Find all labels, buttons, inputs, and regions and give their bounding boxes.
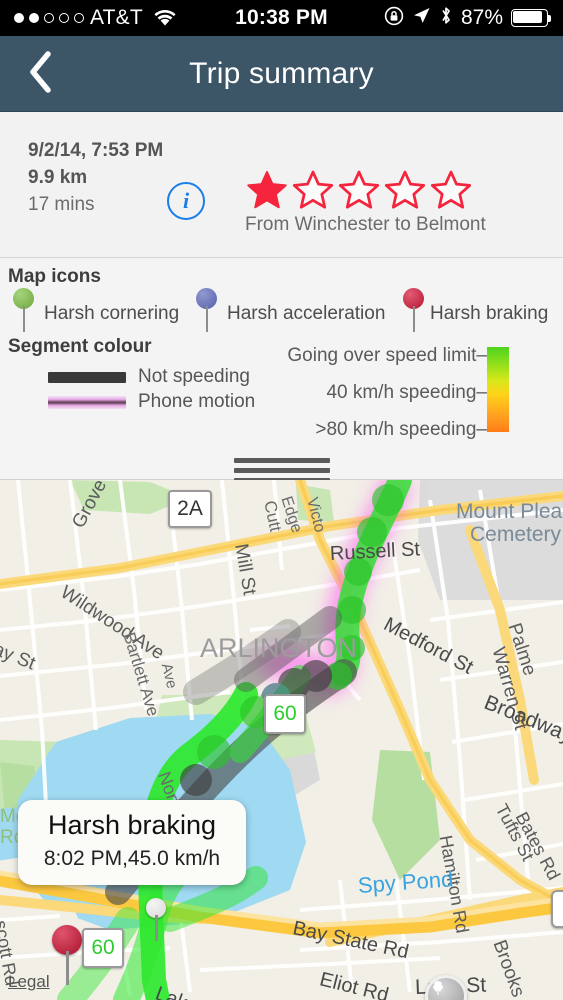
not-speeding-label: Not speeding [138, 366, 250, 387]
rotation-lock-icon [384, 6, 404, 31]
route-shield-3: 3 [551, 890, 563, 928]
legend-label-harsh-acceleration: Harsh acceleration [227, 303, 386, 324]
map-icons-heading: Map icons [8, 266, 101, 287]
gradient-label-over-limit: Going over speed limit– [287, 345, 487, 366]
bluetooth-icon [439, 5, 453, 31]
legend-label-harsh-cornering: Harsh cornering [44, 303, 180, 324]
location-arrow-icon [412, 6, 431, 30]
route-shield-60-lower: 60 [82, 928, 124, 968]
navigation-bar: Trip summary [0, 36, 563, 112]
page-title: Trip summary [189, 56, 374, 90]
info-button[interactable]: i [167, 182, 205, 220]
trip-datetime: 9/2/14, 7:53 PM [28, 140, 164, 161]
route-shield-60-upper-label: 60 [273, 702, 297, 725]
event-callout[interactable]: Harsh braking 8:02 PM,45.0 km/h [18, 800, 246, 886]
battery-percent-label: 87% [460, 6, 503, 29]
speed-gradient-bar [487, 347, 509, 432]
rating-star-3-empty[interactable] [337, 168, 381, 212]
legend-label-harsh-braking: Harsh braking [430, 303, 549, 324]
legend-row-not-speeding: Not speeding [48, 366, 250, 388]
legend-pin-harsh-braking-icon [403, 288, 424, 332]
trip-duration: 17 mins [28, 193, 95, 215]
route-shield-60-lower-label: 60 [91, 936, 115, 959]
map-pin-secondary[interactable] [146, 898, 166, 941]
legend-pin-harsh-cornering-icon [13, 288, 34, 332]
gradient-label-40kmh: 40 km/h speeding– [326, 382, 487, 403]
route-description: From Winchester to Belmont [245, 214, 486, 235]
back-button[interactable] [10, 36, 70, 112]
rating-star-2-empty[interactable] [291, 168, 335, 212]
battery-icon [511, 9, 551, 27]
rating-star-1-filled[interactable] [245, 168, 289, 212]
trip-meta: 9/2/14, 7:53 PM 9.9 km 17 mins [28, 138, 163, 219]
callout-title: Harsh braking [47, 810, 217, 840]
legal-link[interactable]: Legal [8, 972, 50, 992]
trip-distance: 9.9 km [28, 166, 88, 188]
route-shield-2a-label: 2A [177, 497, 203, 520]
phone-motion-swatch [48, 395, 126, 409]
rating-star-5-empty[interactable] [429, 168, 473, 212]
legend-pin-harsh-acceleration-icon [196, 288, 217, 332]
legend-row-phone-motion: Phone motion [48, 391, 255, 413]
status-bar-right: 87% [384, 0, 551, 36]
route-shield-2a: 2A [168, 490, 212, 528]
chevron-left-icon [27, 50, 53, 99]
rating-star-4-empty[interactable] [383, 168, 427, 212]
status-bar: AT&T 10:38 PM 87% [0, 0, 563, 36]
route-shield-60-upper: 60 [264, 694, 306, 734]
not-speeding-swatch [48, 371, 126, 383]
map-canvas [0, 480, 563, 1000]
gradient-label-80kmh: >80 km/h speeding– [315, 419, 487, 440]
trip-rating[interactable] [245, 168, 473, 212]
trip-summary-screen: AT&T 10:38 PM 87% Trip summary 9/2/14, 7… [0, 0, 563, 1000]
map-view[interactable]: Grove Wildwood Ave Ave ay St Bartlett Ave Mil… [0, 480, 563, 1000]
harsh-braking-pin[interactable] [52, 925, 82, 985]
callout-detail: 8:02 PM,45.0 km/h [43, 847, 221, 871]
phone-motion-label: Phone motion [138, 391, 256, 412]
segment-colour-heading: Segment colour [8, 336, 152, 357]
